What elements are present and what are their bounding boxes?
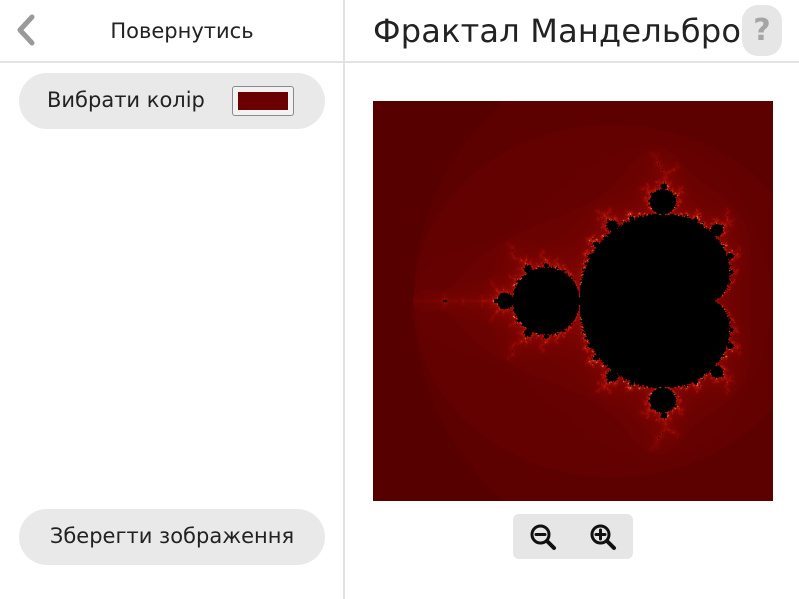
choose-color-label: Вибрати колір	[47, 88, 205, 112]
left-panel: Повернутись Вибрати колір Зберегти зобра…	[0, 0, 344, 599]
right-header-divider	[345, 61, 799, 63]
color-swatch[interactable]	[232, 86, 294, 116]
choose-color-button[interactable]: Вибрати колір	[19, 73, 325, 129]
color-swatch-fill	[238, 92, 288, 110]
mandelbrot-canvas[interactable]	[373, 101, 773, 501]
zoom-in-icon	[590, 524, 616, 550]
back-label: Повернутись	[110, 19, 254, 43]
zoom-out-icon	[530, 524, 556, 550]
help-icon: ?	[753, 13, 771, 48]
zoom-out-button[interactable]	[513, 514, 573, 559]
panel-divider	[343, 0, 345, 599]
page-title: Фрактал Мандельброта	[373, 12, 780, 50]
save-image-label: Зберегти зображення	[49, 524, 295, 548]
zoom-controls	[513, 514, 633, 559]
back-button[interactable]: Повернутись	[0, 0, 344, 61]
zoom-in-button[interactable]	[573, 514, 633, 559]
help-button[interactable]: ?	[742, 5, 782, 56]
left-header-divider	[0, 61, 344, 63]
save-image-button[interactable]: Зберегти зображення	[19, 509, 325, 565]
